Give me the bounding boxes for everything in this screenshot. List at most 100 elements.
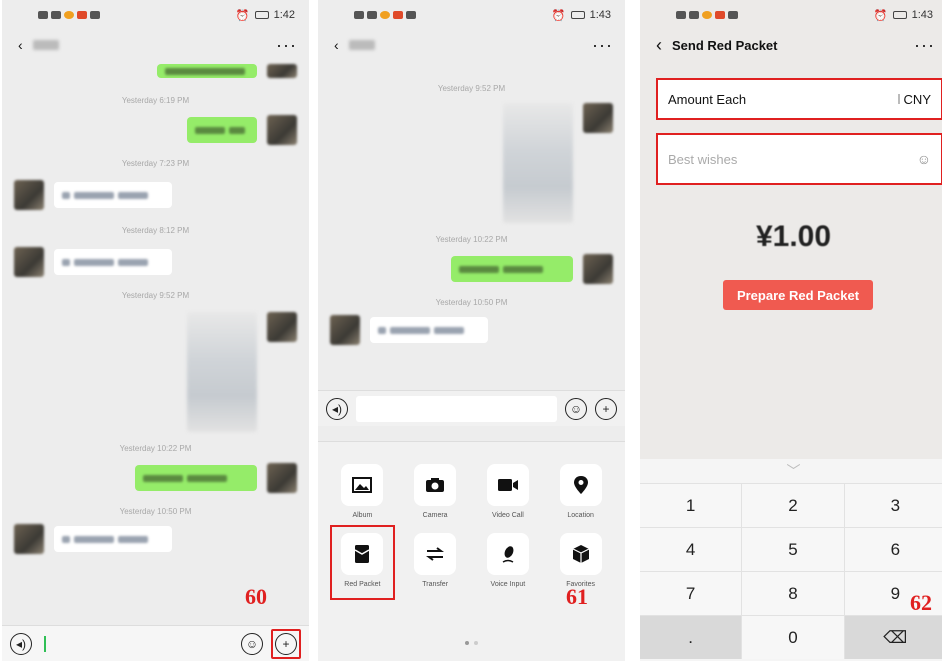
avatar[interactable]	[14, 180, 44, 210]
transfer-icon	[414, 533, 457, 575]
chat-title	[348, 40, 375, 50]
step-number: 62	[910, 590, 932, 615]
step-number: 60	[245, 584, 267, 609]
back-arrow-icon[interactable]: ‹	[18, 37, 23, 53]
status-bar: ⏰ 1:42	[2, 0, 309, 30]
camera-icon	[414, 464, 457, 506]
chat-header: ‹ ···	[318, 30, 625, 60]
tools-panel: Album Camera Video Call Location Red Pac…	[318, 441, 625, 661]
chat-input-bar: ◂) ☺ +	[2, 625, 309, 661]
microphone-icon	[486, 533, 529, 575]
plus-button-highlight: +	[271, 628, 301, 659]
chat-screen-with-tools: ⏰ 1:43 ‹ ··· Yesterday 9:52 PM Yesterday…	[318, 0, 625, 661]
amount-display: ¥1.00	[755, 220, 832, 253]
message-outgoing[interactable]	[2, 463, 309, 493]
avatar[interactable]	[583, 254, 613, 284]
message-outgoing[interactable]	[318, 254, 625, 284]
number-keypad: ﹀ 1 2 3 4 5 6 7 8 9 . 0 ⌫	[640, 459, 942, 661]
tool-label: Red Packet	[344, 581, 381, 588]
timestamp: Yesterday 6:19 PM	[121, 96, 190, 105]
tool-location[interactable]: Location	[544, 464, 617, 519]
key-5[interactable]: 5	[742, 527, 845, 571]
chevron-down-icon[interactable]: ﹀	[640, 459, 942, 483]
prepare-red-packet-button[interactable]: Prepare Red Packet	[723, 280, 873, 310]
avatar[interactable]	[330, 315, 360, 345]
tool-transfer[interactable]: Transfer	[399, 533, 472, 600]
plus-icon[interactable]: +	[275, 632, 297, 655]
plus-icon[interactable]: +	[595, 397, 617, 420]
status-bar: ⏰ 1:43	[318, 0, 625, 30]
message-outgoing[interactable]	[2, 115, 309, 145]
more-icon[interactable]: ···	[592, 36, 613, 54]
image-message[interactable]	[187, 312, 257, 432]
wishes-field[interactable]: Best wishes ☺	[656, 133, 942, 185]
message-outgoing-image[interactable]	[318, 103, 625, 223]
more-icon[interactable]: ···	[914, 36, 935, 54]
key-3[interactable]: 3	[844, 483, 942, 527]
tool-red-packet[interactable]: Red Packet	[330, 525, 395, 600]
emoji-icon[interactable]: ☺	[917, 151, 931, 167]
currency-label: CNY	[903, 91, 931, 107]
amount-field[interactable]: Amount Each CNY	[656, 78, 942, 120]
status-time: 1:42	[273, 9, 295, 21]
wishes-placeholder: Best wishes	[668, 151, 738, 167]
red-packet-icon	[341, 533, 384, 575]
message-incoming[interactable]	[2, 247, 309, 277]
status-icons	[354, 11, 416, 19]
backspace-icon[interactable]: ⌫	[844, 615, 942, 659]
message-outgoing-image[interactable]	[2, 312, 309, 432]
tool-label: Voice Input	[490, 581, 526, 588]
avatar[interactable]	[14, 524, 44, 554]
voice-icon[interactable]: ◂)	[10, 632, 32, 655]
message-incoming[interactable]	[2, 524, 309, 554]
chat-screen: ⏰ 1:42 ‹ ··· Yesterday 6:19 PM Yesterday…	[2, 0, 309, 661]
tool-label: Transfer	[422, 581, 449, 588]
alarm-icon: ⏰	[551, 9, 566, 22]
key-1[interactable]: 1	[640, 483, 743, 527]
status-icons	[38, 11, 100, 19]
emoji-icon[interactable]: ☺	[241, 632, 263, 655]
timestamp: Yesterday 10:50 PM	[119, 507, 192, 516]
voice-icon[interactable]: ◂)	[326, 397, 348, 420]
timestamp: Yesterday 8:12 PM	[121, 226, 190, 235]
battery-icon	[892, 11, 907, 19]
key-2[interactable]: 2	[742, 483, 845, 527]
tool-voice-input[interactable]: Voice Input	[472, 533, 545, 600]
message-outgoing[interactable]	[2, 64, 309, 78]
avatar[interactable]	[14, 247, 44, 277]
back-arrow-icon[interactable]: ‹	[656, 35, 662, 56]
alarm-icon: ⏰	[873, 9, 888, 22]
chat-input-bar: ◂) ☺ +	[318, 390, 625, 426]
tool-label: Video Call	[491, 512, 524, 519]
more-icon[interactable]: ···	[276, 36, 297, 54]
message-list[interactable]: Yesterday 9:52 PM Yesterday 10:22 PM Yes…	[318, 60, 625, 345]
image-message[interactable]	[503, 103, 573, 223]
key-0[interactable]: 0	[742, 615, 845, 659]
avatar[interactable]	[583, 103, 613, 133]
key-6[interactable]: 6	[844, 527, 942, 571]
back-arrow-icon[interactable]: ‹	[334, 37, 339, 53]
tool-video-call[interactable]: Video Call	[472, 464, 545, 519]
timestamp: Yesterday 10:22 PM	[435, 235, 508, 244]
tool-camera[interactable]: Camera	[399, 464, 472, 519]
battery-icon	[254, 11, 269, 19]
avatar[interactable]	[267, 115, 297, 145]
message-input[interactable]	[356, 395, 557, 422]
message-input[interactable]	[40, 631, 233, 657]
message-incoming[interactable]	[2, 180, 309, 210]
emoji-icon[interactable]: ☺	[565, 397, 587, 420]
avatar[interactable]	[267, 312, 297, 342]
avatar[interactable]	[267, 463, 297, 493]
page-header: ‹ Send Red Packet ···	[640, 30, 942, 60]
message-incoming[interactable]	[318, 315, 625, 345]
text-cursor	[44, 635, 46, 652]
message-list[interactable]: Yesterday 6:19 PM Yesterday 7:23 PM Yest…	[2, 60, 309, 554]
tool-album[interactable]: Album	[326, 464, 399, 519]
key-decimal[interactable]: .	[640, 615, 743, 659]
send-red-packet-screen: ⏰ 1:43 ‹ Send Red Packet ··· Amount Each…	[640, 0, 942, 661]
tool-label: Camera	[422, 512, 448, 519]
status-icons	[676, 11, 738, 19]
key-7[interactable]: 7	[640, 571, 743, 615]
key-8[interactable]: 8	[742, 571, 845, 615]
key-4[interactable]: 4	[640, 527, 743, 571]
